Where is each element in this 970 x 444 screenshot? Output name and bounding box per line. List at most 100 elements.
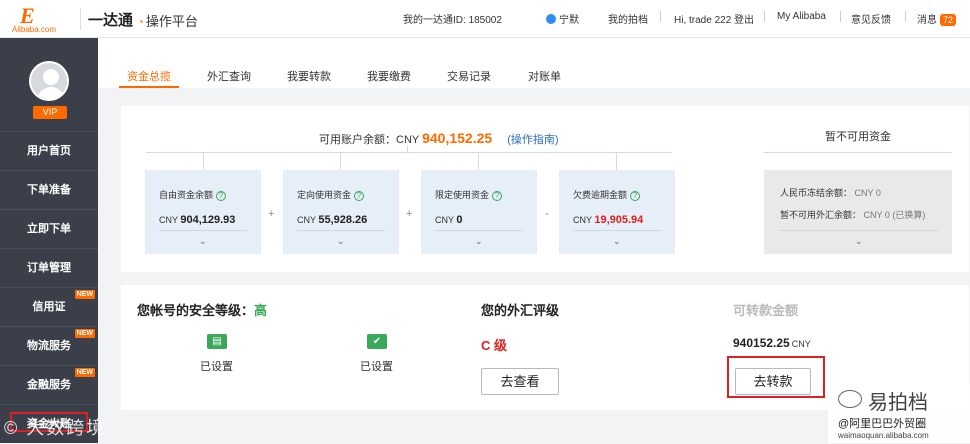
sidebar-item-label: 信用证 [32, 301, 66, 313]
sidebar-item-home[interactable]: 用户首页 [0, 131, 98, 170]
plus-operator: + [406, 208, 413, 220]
active-tab-indicator [119, 86, 179, 88]
sidebar-item-label: 订单管理 [27, 262, 71, 274]
nav-my-alibaba[interactable]: My Alibaba [777, 11, 826, 22]
unavailable-funds-title: 暂不可用资金 [825, 131, 891, 143]
watermark-name: 易拍档 [868, 392, 928, 414]
help-icon[interactable]: ? [630, 191, 641, 201]
avatar-head [43, 69, 59, 85]
operation-guide-link[interactable]: (操作指南) [507, 134, 558, 146]
chevron-down-icon[interactable]: ⌄ [199, 236, 207, 247]
tab-transactions[interactable]: 交易记录 [447, 68, 491, 84]
tree-line [340, 152, 341, 170]
restricted-funds-box[interactable]: 限定使用资金? CNY 0 ⌄ [421, 170, 537, 254]
free-funds-label: 自由资金余额? [159, 188, 227, 201]
tab-payment[interactable]: 我要缴费 [367, 68, 411, 84]
sidebar-item-label: 立即下单 [27, 223, 71, 235]
divider [573, 230, 661, 231]
fx-rating-level: C 级 [481, 338, 508, 353]
tree-line [764, 152, 952, 153]
directed-funds-value: CNY 55,928.26 [297, 214, 368, 226]
transferable-amount-title: 可转款金额 [733, 303, 799, 318]
chevron-down-icon[interactable]: ⌄ [475, 236, 483, 247]
watermark-left: © 大数跨境 [4, 418, 107, 438]
transferable-amount-value: 940152.25 [733, 336, 790, 350]
nav-messages[interactable]: 消息 72 [917, 11, 957, 26]
brand-subtitle: 操作平台 [140, 11, 198, 30]
nav-separator [764, 11, 765, 22]
new-badge: NEW [74, 329, 95, 338]
sidebar-item-order-prep[interactable]: 下单准备 [0, 170, 98, 209]
available-balance-currency: CNY [396, 134, 420, 146]
watermark-sub: @阿里巴巴外贸圈 [838, 418, 927, 430]
chevron-down-icon[interactable]: ⌄ [855, 236, 863, 247]
divider [435, 230, 523, 231]
tree-line [616, 152, 617, 170]
sidebar-item-letter-of-credit[interactable]: 信用证 NEW [0, 287, 98, 326]
directed-funds-box[interactable]: 定向使用资金? CNY 55,928.26 ⌄ [283, 170, 399, 254]
qq-contact[interactable]: 宁默 [546, 11, 579, 26]
available-balance-amount: 940,152.25 [422, 130, 493, 146]
nav-logout[interactable]: Hi, trade 222 登出 [674, 11, 754, 26]
help-icon[interactable]: ? [354, 191, 365, 201]
nav-feedback[interactable]: 意见反馈 [851, 11, 891, 26]
new-badge: NEW [74, 290, 95, 299]
qq-label: 宁默 [559, 15, 579, 26]
tab-fx-query[interactable]: 外汇查询 [207, 68, 251, 84]
watermark-right: 易拍档 @阿里巴巴外贸圈 waimaoquan.alibaba.com [828, 384, 970, 443]
watermark-url: waimaoquan.alibaba.com [838, 431, 929, 440]
available-balance: 可用账户余额：CNY 940,152.25 (操作指南) [319, 130, 559, 147]
transferable-amount-currency: CNY [791, 339, 811, 349]
fx-unavailable-row: 暂不可用外汇余额： CNY 0 (已换算) [780, 210, 926, 220]
sidebar: VIP 用户首页 下单准备 立即下单 订单管理 信用证 NEW 物流服务 NEW 金融服务 NEW… [0, 38, 98, 443]
transfer-highlight-box [727, 356, 825, 398]
nav-separator [840, 11, 841, 22]
chevron-down-icon[interactable]: ⌄ [613, 236, 621, 247]
divider [297, 230, 385, 231]
sidebar-item-order-management[interactable]: 订单管理 [0, 248, 98, 287]
help-icon[interactable]: ? [492, 191, 503, 201]
tab-bar: 资金总揽 外汇查询 我要转款 我要缴费 交易记录 对账单 [98, 38, 970, 88]
security-item-status: 已设置 [200, 361, 233, 373]
nav-separator [660, 11, 661, 22]
brand-name: 一达通 [88, 12, 134, 29]
overdue-funds-box[interactable]: 欠费逾期金额? CNY 19,905.94 ⌄ [559, 170, 675, 254]
free-funds-box[interactable]: 自由资金余额? CNY 904,129.93 ⌄ [145, 170, 261, 254]
messages-label: 消息 [917, 15, 937, 26]
security-item-status: 已设置 [360, 361, 393, 373]
restricted-funds-label: 限定使用资金? [435, 188, 503, 201]
avatar[interactable] [29, 61, 69, 101]
sidebar-item-label: 用户首页 [27, 145, 71, 157]
help-icon[interactable]: ? [216, 191, 227, 201]
view-fx-rating-button[interactable]: 去查看 [481, 368, 559, 395]
id-card-icon: ▤ [207, 334, 227, 349]
sidebar-item-finance[interactable]: 金融服务 NEW [0, 365, 98, 404]
security-level-value: 高 [254, 303, 268, 318]
tab-fund-overview[interactable]: 资金总揽 [127, 68, 171, 84]
overdue-funds-label: 欠费逾期金额? [573, 188, 641, 201]
chevron-down-icon[interactable]: ⌄ [337, 236, 345, 247]
new-badge: NEW [74, 368, 95, 377]
tree-line [478, 152, 479, 170]
unavailable-funds-box[interactable]: 人民币冻结余额： CNY 0 暂不可用外汇余额： CNY 0 (已换算) ⌄ [764, 170, 952, 254]
qq-icon [546, 14, 556, 24]
tab-transfer[interactable]: 我要转款 [287, 68, 331, 84]
messages-badge: 72 [940, 14, 957, 26]
minus-operator: - [545, 208, 549, 220]
nav-my-partner[interactable]: 我的拍档 [608, 11, 648, 26]
nav-separator [905, 11, 906, 22]
sidebar-item-place-order[interactable]: 立即下单 [0, 209, 98, 248]
checkbox-checked-icon: ✔ [367, 334, 387, 349]
divider [159, 230, 247, 231]
tree-line [407, 146, 408, 153]
security-level: 您帐号的安全等级：高 [137, 300, 267, 319]
sidebar-item-label: 物流服务 [27, 340, 71, 352]
tab-statement[interactable]: 对账单 [528, 68, 561, 84]
brand-divider [80, 8, 81, 30]
restricted-funds-value: CNY 0 [435, 214, 463, 226]
avatar-body [37, 87, 65, 99]
divider [780, 230, 938, 231]
alibaba-logo[interactable]: E Alibaba.com [10, 3, 72, 35]
sidebar-item-logistics[interactable]: 物流服务 NEW [0, 326, 98, 365]
directed-funds-label: 定向使用资金? [297, 188, 365, 201]
